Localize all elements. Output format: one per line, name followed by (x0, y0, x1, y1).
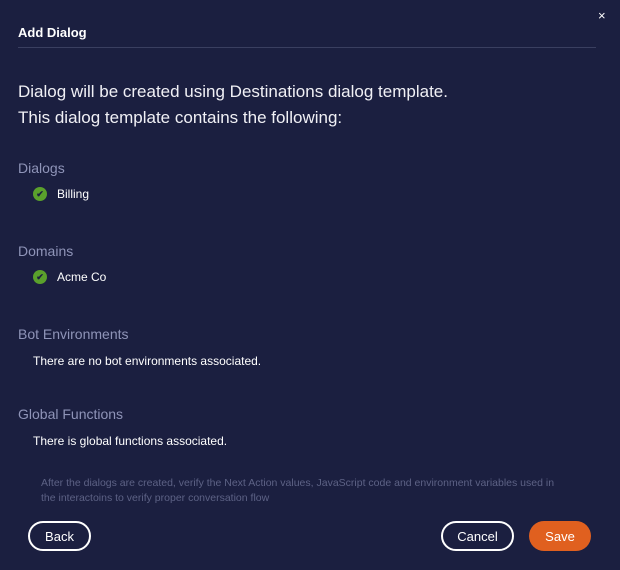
close-icon[interactable]: × (598, 8, 606, 23)
list-item: ✔ Billing (33, 187, 89, 201)
section-bot-environments-heading: Bot Environments (18, 326, 129, 342)
list-item: ✔ Acme Co (33, 270, 106, 284)
item-label: Billing (57, 187, 90, 201)
dialog-title: Add Dialog (18, 25, 87, 40)
global-functions-text: There is global functions associated. (33, 434, 228, 448)
intro-line: This dialog template contains the follow… (18, 108, 343, 127)
intro-line: Dialog will be created using Destination… (18, 82, 448, 101)
cancel-button[interactable]: Cancel (441, 521, 514, 551)
bot-environments-text: There are no bot environments associated… (33, 354, 262, 368)
divider (18, 47, 596, 48)
back-button[interactable]: Back (28, 521, 91, 551)
section-dialogs-heading: Dialogs (18, 160, 65, 176)
item-label: Acme Co (57, 270, 107, 284)
check-circle-icon: ✔ (33, 270, 47, 284)
section-global-functions-heading: Global Functions (18, 406, 124, 422)
intro-text: Dialog will be created using Destination… (18, 79, 448, 131)
info-note: After the dialogs are created, verify th… (41, 477, 555, 504)
check-circle-icon: ✔ (33, 187, 47, 201)
section-domains-heading: Domains (18, 243, 74, 259)
save-button[interactable]: Save (529, 521, 591, 551)
